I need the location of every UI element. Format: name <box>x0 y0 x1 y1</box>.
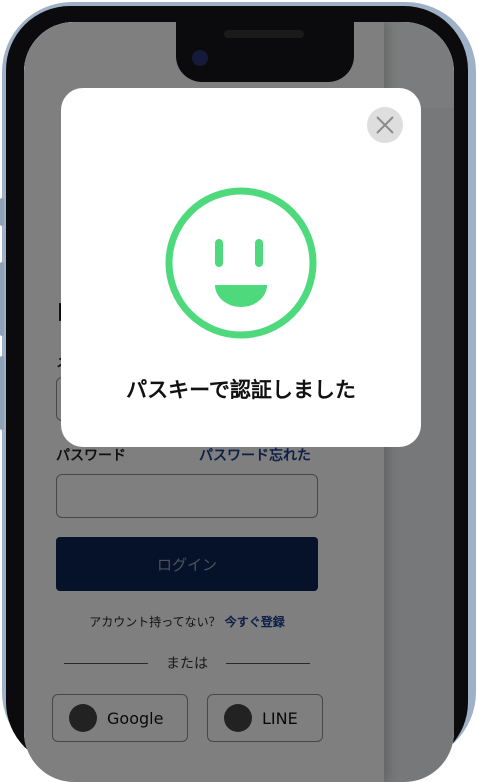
modal-message: パスキーで認証しました <box>126 378 356 402</box>
speaker-grille <box>224 30 304 38</box>
front-camera <box>192 50 208 66</box>
phone-side-button <box>0 262 4 336</box>
phone-side-button <box>0 356 4 430</box>
passkey-success-modal: パスキーで認証しました <box>61 88 421 447</box>
close-x-icon <box>376 116 394 134</box>
phone-side-button <box>0 198 4 226</box>
close-button[interactable] <box>367 107 403 143</box>
smiley-face-icon <box>165 187 317 339</box>
